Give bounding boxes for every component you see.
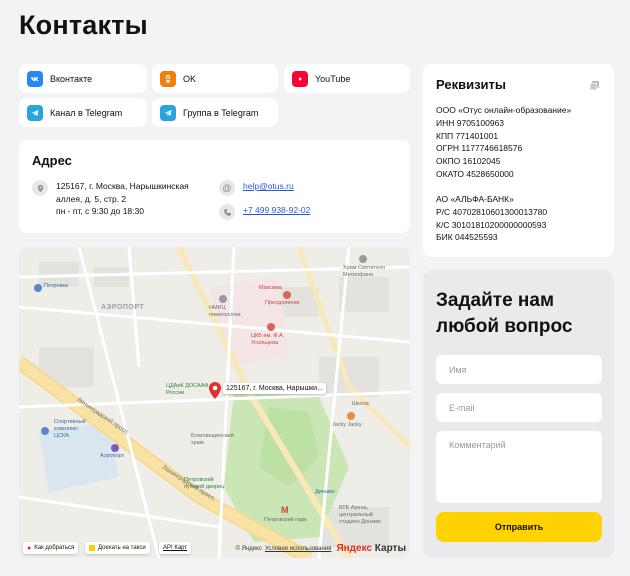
map-pin-label[interactable]: 125167, г. Москва, Нарышки...: [223, 383, 326, 394]
phone-row: +7 499 938-92-02: [219, 204, 310, 220]
map-label-nmic: НМИЦ гематологии: [209, 305, 241, 318]
map-label-petrovka: Петровка: [44, 283, 68, 289]
map-attribution: © Яндекс Условия использования Яндекс Ка…: [236, 543, 406, 554]
odnoklassniki-icon: [160, 70, 176, 87]
map-label-petrovsky-park: Петровский парк: [264, 517, 307, 523]
requisites-line: АО «АЛЬФА-БАНК»: [436, 194, 514, 204]
hospital-icon: [219, 295, 227, 303]
metro-m-icon: M: [281, 505, 289, 515]
social-vk-button[interactable]: Вконтакте: [19, 64, 147, 93]
vk-icon: [27, 70, 43, 87]
api-link[interactable]: API Карт: [159, 542, 192, 554]
map-label-aeroport-metro: Аэропорт: [100, 453, 125, 459]
map-label-cska: Спортивный комплекс ЦСКА: [54, 419, 86, 439]
map[interactable]: АЭРОПОРТ Петровка Спортивный комплекс ЦС…: [19, 247, 410, 558]
taxi-button-label: Доехать на такси: [98, 545, 146, 551]
phone-link[interactable]: +7 499 938-92-02: [243, 204, 310, 217]
map-label-cdac: ЦДАиК ДОСААФ России: [166, 383, 209, 396]
map-copyright: © Яндекс: [235, 545, 262, 552]
sport-icon: [41, 427, 49, 435]
question-form: Задайте нам любой вопрос Отправить: [423, 270, 614, 558]
map-label-dynamo: Динамо: [315, 489, 335, 495]
social-youtube-button[interactable]: YouTube: [284, 64, 410, 93]
submit-button[interactable]: Отправить: [436, 512, 602, 542]
map-terms-link[interactable]: Условия использования: [265, 546, 332, 552]
phone-icon: [219, 204, 235, 220]
map-label-jacky: Jacky Jacky: [332, 422, 362, 428]
address-title: Адрес: [32, 153, 72, 168]
address-line-2: аллея, д. 5, стр. 2: [56, 193, 127, 204]
email-link[interactable]: help@otus.ru: [243, 180, 294, 193]
map-label-preodolenie: Преодоление: [265, 300, 300, 306]
location-pin-icon[interactable]: [209, 382, 221, 399]
church-icon: [359, 255, 367, 263]
food-icon: [347, 412, 355, 420]
name-input[interactable]: [436, 355, 602, 384]
map-label-blagoveshchensky: Благовещенский храм: [191, 433, 234, 446]
requisites-line: КПП 771401001: [436, 130, 499, 141]
map-label-hram: Храм Святителя Митрофана: [343, 265, 386, 278]
telegram-icon: [27, 104, 43, 121]
medical-icon: [283, 291, 291, 299]
requisites-line: ОКАТО 4528650000: [436, 168, 514, 179]
telegram-icon: [160, 104, 176, 121]
map-label-vtb-arena: ВТБ Арена, центральный стадион Динамо: [339, 505, 381, 525]
email-row: @ help@otus.ru: [219, 180, 294, 196]
social-youtube-label: YouTube: [315, 73, 351, 84]
api-link-label: API Карт: [163, 545, 188, 551]
taxi-button[interactable]: Доехать на такси: [85, 542, 150, 554]
location-pin-icon: [32, 180, 48, 196]
requisites-line: К/С 30101810200000000593: [436, 219, 547, 230]
address-row: 125167, г. Москва, Нарышкинская аллея, д…: [32, 180, 189, 218]
requisites-line: БИК 044525593: [436, 232, 498, 243]
requisites-line: ИНН 9705100963: [436, 117, 505, 128]
working-hours: пн - пт, с 9:30 до 18:30: [56, 206, 144, 216]
location-pin-icon: ●: [27, 544, 32, 552]
social-telegram-group-label: Группа в Telegram: [183, 107, 259, 118]
social-telegram-group-button[interactable]: Группа в Telegram: [152, 98, 278, 127]
route-button[interactable]: ● Как добраться: [23, 542, 79, 554]
social-telegram-channel-button[interactable]: Канал в Telegram: [19, 98, 147, 127]
yandex-logo-part: Яндекс: [336, 543, 373, 554]
requisites-line: ООО «Отус онлайн-образование»: [436, 105, 572, 115]
route-button-label: Как добраться: [34, 545, 75, 551]
map-label-school: Школа: [352, 401, 369, 407]
requisites-bank: АО «АЛЬФА-БАНК» Р/С 40702810601300013780…: [436, 193, 547, 244]
yandex-logo-maps: Карты: [374, 543, 406, 554]
email-input[interactable]: [436, 393, 602, 422]
requisites-line: ОГРН 1177746618576: [436, 143, 523, 154]
requisites-title: Реквизиты: [436, 77, 506, 92]
requisites-line: ОКПО 16102045: [436, 156, 501, 167]
map-label-maxima: Максима: [259, 285, 282, 291]
comment-input[interactable]: [436, 431, 602, 503]
copy-icon[interactable]: [589, 78, 600, 91]
requisites-line: Р/С 40702810601300013780: [436, 206, 548, 217]
form-title: Задайте нам любой вопрос: [436, 290, 573, 337]
at-sign-icon: @: [219, 180, 235, 196]
shop-icon: [34, 284, 42, 292]
requisites-card: Реквизиты ООО «Отус онлайн-образование» …: [423, 64, 614, 257]
yandex-maps-logo[interactable]: Яндекс Карты: [336, 543, 406, 554]
social-ok-label: OK: [183, 73, 197, 84]
social-telegram-channel-label: Канал в Telegram: [50, 107, 123, 118]
map-label-airport: АЭРОПОРТ: [101, 304, 145, 311]
social-vk-label: Вконтакте: [50, 73, 93, 84]
social-ok-button[interactable]: OK: [152, 64, 278, 93]
youtube-icon: [292, 70, 308, 87]
map-label-ckb: ЦКБ им. Ф.А. Усольцева: [251, 333, 285, 346]
taxi-icon: [89, 545, 95, 551]
metro-icon: [111, 444, 119, 452]
address-card: Адрес 125167, г. Москва, Нарышкинская ал…: [19, 140, 410, 233]
page-title: Контакты: [19, 10, 148, 40]
medical-icon: [267, 323, 275, 331]
address-line-1: 125167, г. Москва, Нарышкинская: [56, 181, 189, 191]
requisites-company: ООО «Отус онлайн-образование» ИНН 970510…: [436, 104, 571, 181]
